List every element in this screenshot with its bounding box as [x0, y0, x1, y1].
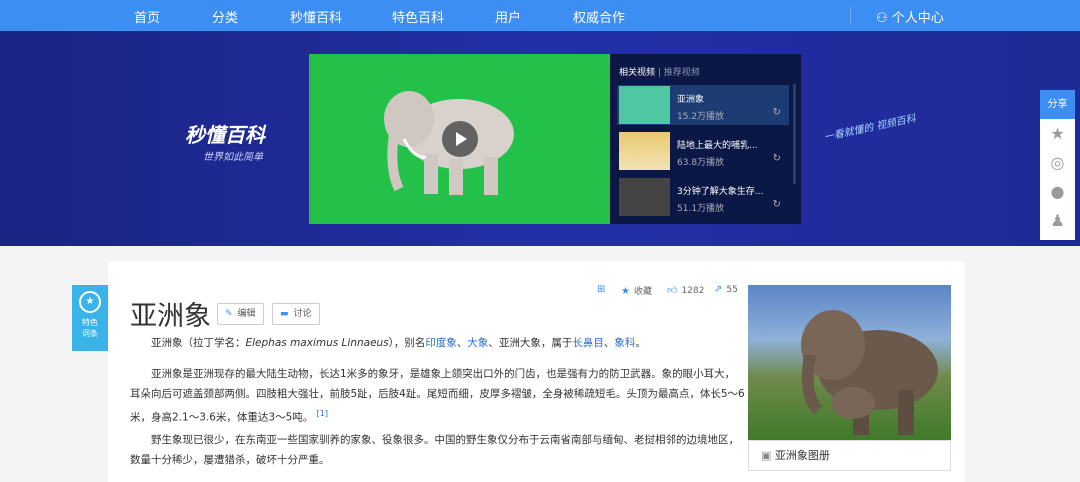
chat-icon: ▬	[280, 309, 289, 319]
edit-button[interactable]: ✎ 编辑	[217, 303, 264, 325]
plus-icon: ⊞	[597, 284, 606, 295]
nav-category[interactable]: 分类	[212, 7, 238, 26]
video-item[interactable]: 3分钟了解大象生存... 51.1万播放 ↻	[617, 177, 789, 217]
wechat-icon[interactable]: ●	[1040, 177, 1075, 206]
link-indian-elephant[interactable]: 印度象	[425, 337, 457, 349]
like-button[interactable]: 👍︎ 1282	[667, 284, 704, 296]
nav-featured[interactable]: 特色百科	[392, 7, 444, 26]
share-icon[interactable]: ↻	[773, 199, 781, 210]
slogan: 世界如此简单	[203, 152, 263, 163]
collect-button[interactable]: ★ 收藏	[621, 284, 652, 297]
related-videos-panel: 相关视频 | 推荐视频 亚洲象 15.2万播放 ↻ 陆地上最大的哺乳... 63.8万…	[610, 54, 801, 224]
scrollbar[interactable]	[793, 84, 796, 184]
tab-recommended[interactable]: 推荐视频	[664, 68, 700, 78]
link-proboscidea[interactable]: 长鼻目	[572, 337, 604, 349]
album-icon: ▣	[761, 449, 775, 462]
video-thumbnail	[619, 132, 670, 170]
handwriting-text: 一看就懂的 视频百科	[823, 113, 917, 144]
page-title: 亚洲象	[130, 301, 211, 332]
share-label: 分享	[1040, 90, 1075, 119]
video-player[interactable]	[309, 54, 610, 224]
link-elephant[interactable]: 大象	[467, 337, 488, 349]
nav-authority[interactable]: 权威合作	[573, 7, 625, 26]
logo: 秒懂百科	[185, 123, 265, 147]
weibo-icon[interactable]: ◎	[1040, 148, 1075, 177]
nav-miaodong[interactable]: 秒懂百科	[290, 7, 342, 26]
reference-link[interactable]: [1]	[317, 409, 328, 418]
user-icon: ⚇	[876, 11, 892, 26]
elephant-photo[interactable]	[748, 285, 951, 440]
tab-related[interactable]: 相关视频	[619, 68, 655, 78]
star-icon[interactable]: ★	[1040, 119, 1075, 148]
share-sidebar: 分享 ★ ◎ ● ♟	[1040, 90, 1075, 240]
user-center-link[interactable]: ⚇ 个人中心	[876, 7, 944, 26]
share-button[interactable]: ⇗ 55	[714, 284, 738, 295]
paragraph-description: 亚洲象是亚洲现存的最大陆生动物，长达1米多的象牙，是雄象上颌突出口外的门齿，也是…	[130, 368, 745, 424]
paragraph-distribution: 野生象现已很少，在东南亚一些国家驯养的家象、役象很多。中国的野生象仅分布于云南省…	[130, 434, 739, 466]
link-elephantidae[interactable]: 象科	[614, 337, 635, 349]
discuss-button[interactable]: ▬ 讨论	[272, 303, 320, 325]
video-item[interactable]: 陆地上最大的哺乳... 63.8万播放 ↻	[617, 131, 789, 171]
video-item[interactable]: 亚洲象 15.2万播放 ↻	[617, 85, 789, 125]
top-nav: 首页 分类 秒懂百科 特色百科 用户 权威合作 ⚇ 个人中心	[0, 0, 1080, 31]
nav-divider	[850, 6, 851, 25]
add-button[interactable]: ⊞	[597, 284, 609, 295]
paragraph-intro: 亚洲象（拉丁学名：Elephas maximus Linnaeus），别名印度象…	[151, 337, 646, 349]
video-thumbnail	[619, 86, 670, 124]
play-button[interactable]	[442, 121, 478, 157]
nav-home[interactable]: 首页	[134, 7, 160, 26]
star-badge-icon: ★	[79, 291, 101, 313]
share-icon[interactable]: ↻	[773, 153, 781, 164]
video-thumbnail	[619, 178, 670, 216]
elephant-photo-image	[801, 310, 938, 435]
thumbs-up-icon: 👍︎	[667, 285, 678, 296]
share-icon[interactable]: ↻	[773, 107, 781, 118]
photo-album-link[interactable]: ▣ 亚洲象图册	[748, 440, 951, 471]
qq-icon[interactable]: ♟	[1040, 206, 1075, 235]
nav-user[interactable]: 用户	[495, 7, 521, 26]
share-icon: ⇗	[714, 284, 723, 295]
pencil-icon: ✎	[225, 309, 233, 319]
featured-entry-badge: ★ 特色 词条	[72, 285, 108, 351]
video-banner: 秒懂百科 世界如此简单 相关视频 | 推荐视频 亚洲象 15.2万播放 ↻ 陆地上最…	[0, 31, 1080, 246]
star-icon: ★	[621, 286, 630, 297]
